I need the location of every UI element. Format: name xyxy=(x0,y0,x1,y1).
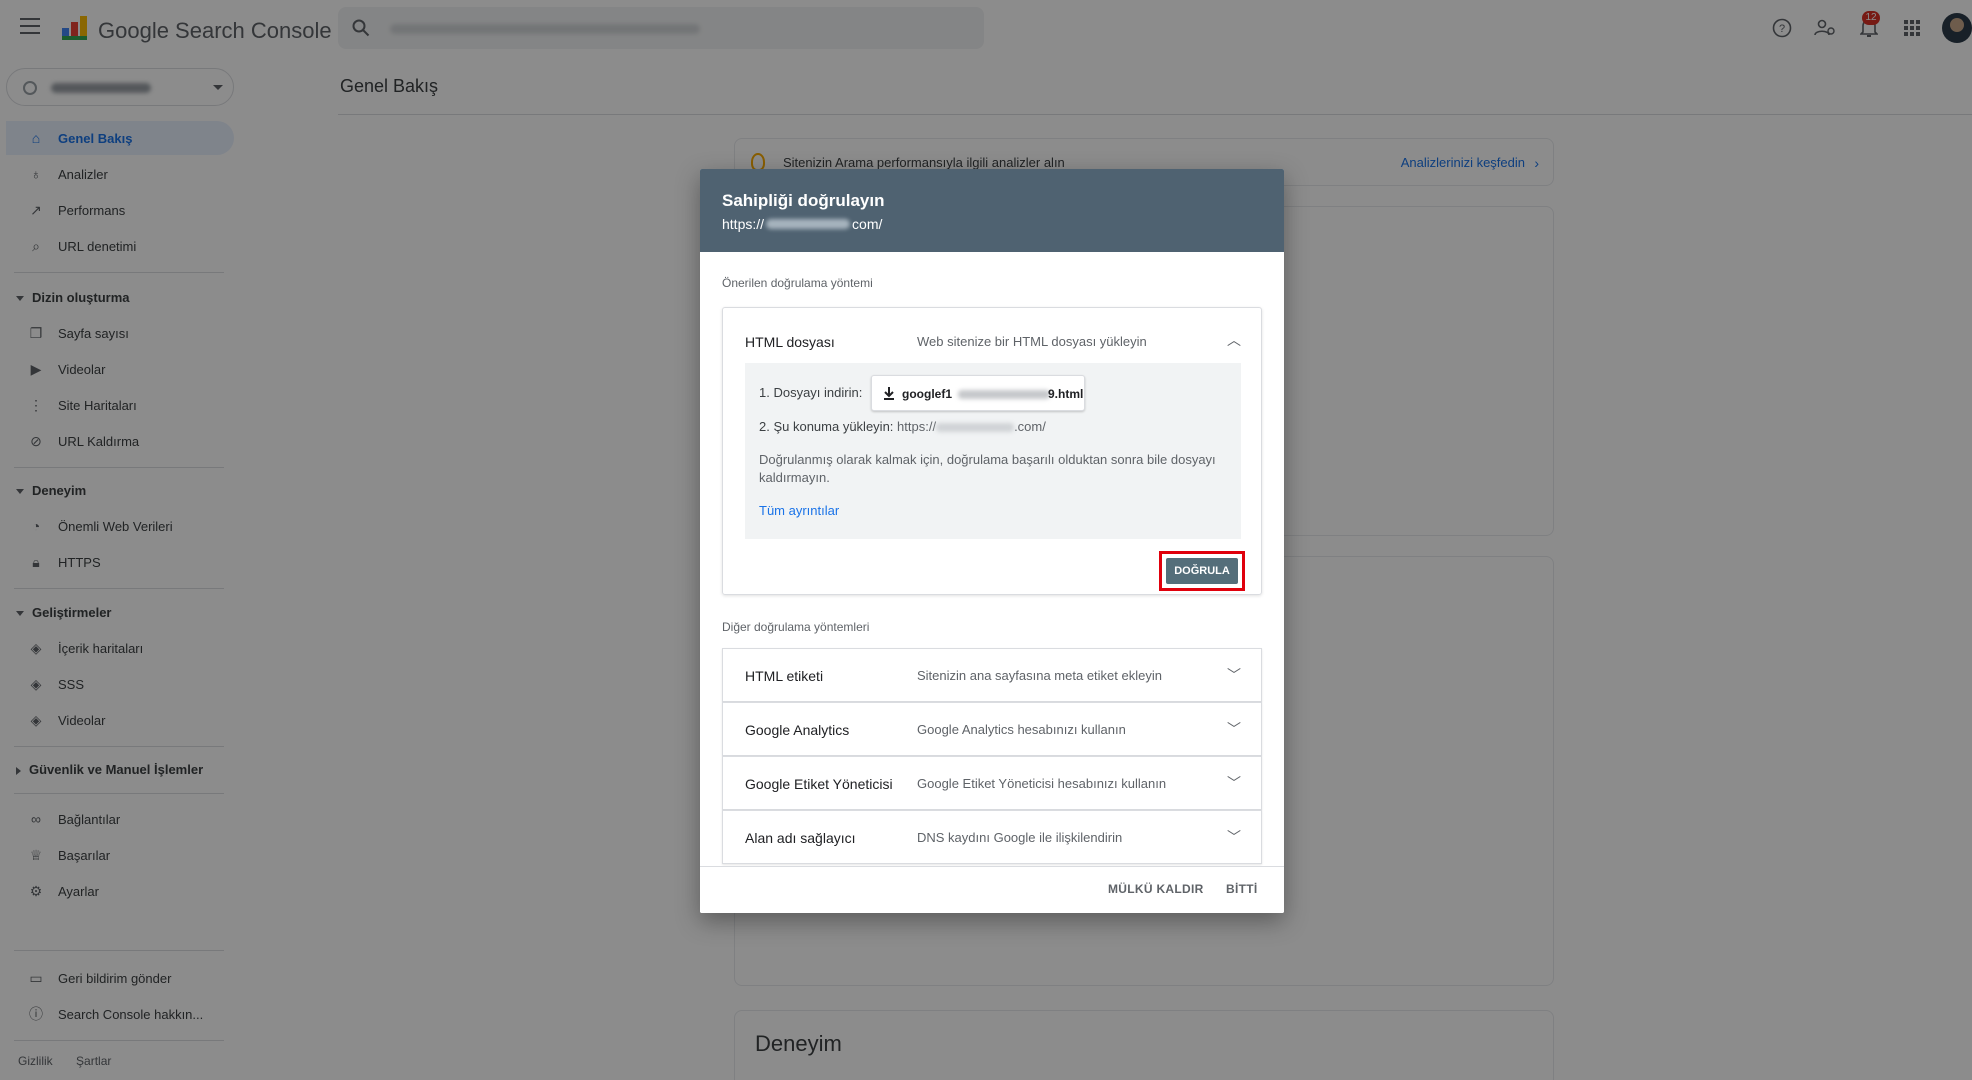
verify-ownership-dialog: Sahipliği doğrulayın https:// com/ Öneri… xyxy=(700,169,1284,913)
step-upload: 2. Şu konuma yükleyin: https:// .com/ xyxy=(759,419,1046,434)
dialog-footer: MÜLKÜ KALDIR BİTTİ xyxy=(700,866,1284,913)
download-icon xyxy=(884,387,894,400)
method-desc: Sitenizin ana sayfasına meta etiket ekle… xyxy=(917,668,1162,683)
method-desc: Google Analytics hesabınızı kullanın xyxy=(917,722,1126,737)
verify-button-highlight: DOĞRULA xyxy=(1159,551,1245,591)
html-file-instructions: 1. Dosyayı indirin: googlef1 9.html 2. Ş… xyxy=(745,363,1241,539)
dialog-header: Sahipliği doğrulayın https:// com/ xyxy=(700,169,1284,252)
method-desc: Web sitenize bir HTML dosyası yükleyin xyxy=(917,334,1147,349)
file-name-suffix: 9.html xyxy=(1048,387,1084,401)
other-methods-label: Diğer doğrulama yöntemleri xyxy=(722,620,870,634)
upload-url-prefix: https:// xyxy=(897,419,937,434)
url-prefix: https:// xyxy=(722,216,765,232)
url-suffix: com/ xyxy=(852,216,883,232)
file-name-prefix: googlef1 xyxy=(902,387,952,401)
html-file-method: HTML dosyası Web sitenize bir HTML dosya… xyxy=(722,307,1262,595)
chevron-down-icon: ﹀ xyxy=(1227,829,1241,845)
domain-redacted xyxy=(766,219,851,229)
chevron-down-icon: ﹀ xyxy=(1227,775,1241,791)
method-google-analytics[interactable]: Google Analytics Google Analytics hesabı… xyxy=(722,702,1262,756)
dialog-title: Sahipliği doğrulayın xyxy=(722,191,885,210)
download-file-button[interactable]: googlef1 9.html xyxy=(871,375,1085,411)
method-name: Google Etiket Yöneticisi xyxy=(745,776,893,792)
method-name: Google Analytics xyxy=(745,722,850,738)
chevron-down-icon: ﹀ xyxy=(1227,721,1241,737)
full-details-link[interactable]: Tüm ayrıntılar xyxy=(759,503,839,518)
done-button[interactable]: BİTTİ xyxy=(1226,882,1258,896)
remove-property-button[interactable]: MÜLKÜ KALDIR xyxy=(1108,882,1204,896)
method-name: Alan adı sağlayıcı xyxy=(745,830,856,846)
upload-url-suffix: .com/ xyxy=(1014,419,1046,434)
step-upload-label: 2. Şu konuma yükleyin: xyxy=(759,419,894,434)
method-tag-manager[interactable]: Google Etiket Yöneticisi Google Etiket Y… xyxy=(722,756,1262,810)
method-name: HTML dosyası xyxy=(745,334,835,350)
dialog-body[interactable]: Önerilen doğrulama yöntemi HTML dosyası … xyxy=(700,252,1284,866)
upload-domain-redacted xyxy=(936,423,1015,433)
method-desc: Google Etiket Yöneticisi hesabınızı kull… xyxy=(917,776,1167,791)
method-html-tag[interactable]: HTML etiketi Sitenizin ana sayfasına met… xyxy=(722,648,1262,702)
recommended-method-label: Önerilen doğrulama yöntemi xyxy=(722,276,873,290)
dialog-property-url: https:// com/ xyxy=(722,216,882,232)
chevron-up-icon[interactable]: ︿ xyxy=(1227,330,1241,350)
method-name: HTML etiketi xyxy=(745,668,824,684)
method-domain-provider[interactable]: Alan adı sağlayıcı DNS kaydını Google il… xyxy=(722,810,1262,864)
keep-file-note: Doğrulanmış olarak kalmak için, doğrulam… xyxy=(759,452,1216,485)
chevron-down-icon: ﹀ xyxy=(1227,667,1241,683)
file-name-redacted xyxy=(958,390,1050,399)
verify-button[interactable]: DOĞRULA xyxy=(1166,558,1238,584)
step-download-label: 1. Dosyayı indirin: xyxy=(759,385,863,400)
method-desc: DNS kaydını Google ile ilişkilendirin xyxy=(917,830,1123,845)
